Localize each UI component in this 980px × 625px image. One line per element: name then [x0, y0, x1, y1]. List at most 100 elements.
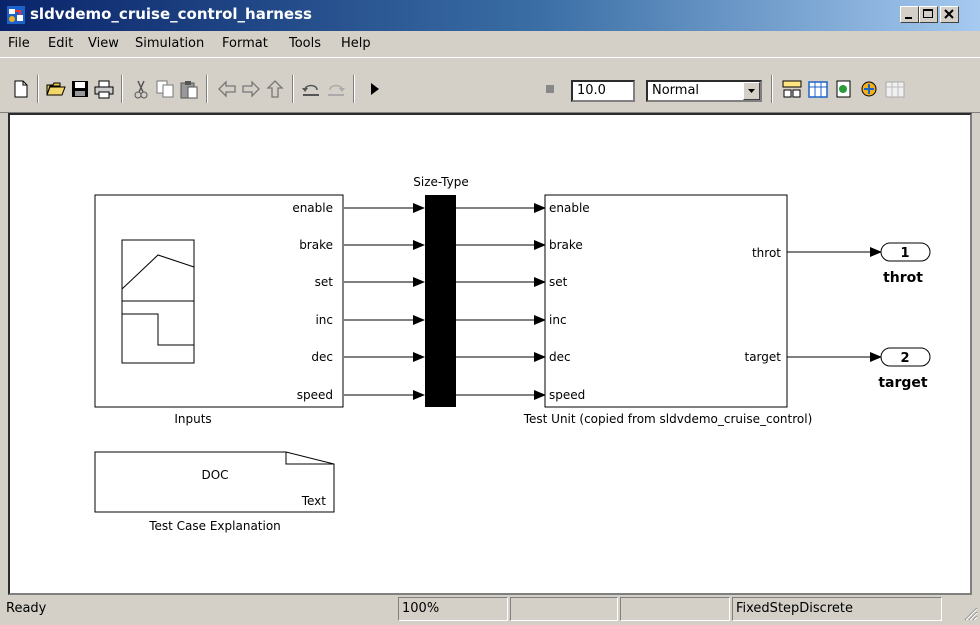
test-unit-in-speed: speed: [549, 388, 585, 402]
inputs-block-label: Inputs: [174, 412, 211, 426]
toolbar-separator: [292, 75, 294, 103]
model-explorer-button[interactable]: [833, 78, 855, 100]
resize-grip-icon[interactable]: [962, 605, 978, 621]
status-empty-2: [620, 597, 730, 621]
redo-icon: [328, 84, 345, 96]
menu-file[interactable]: File: [8, 36, 30, 51]
menu-view[interactable]: View: [88, 36, 119, 51]
test-unit-in-enable: enable: [549, 201, 590, 215]
inputs-block[interactable]: [94, 194, 344, 408]
outport-target[interactable]: 2: [880, 347, 931, 367]
status-zoom: 100%: [398, 597, 508, 621]
inputs-port-speed: speed: [297, 388, 333, 402]
window-title: sldvdemo_cruise_control_harness: [30, 5, 312, 23]
outport-throt-number: 1: [900, 246, 909, 261]
right-arrow-icon: [242, 80, 260, 98]
test-unit-in-brake: brake: [549, 238, 583, 252]
menu-edit[interactable]: Edit: [48, 36, 73, 51]
inputs-port-set: set: [315, 275, 334, 289]
menu-help[interactable]: Help: [341, 36, 371, 51]
stop-icon: [546, 85, 554, 93]
grid-icon: [885, 81, 905, 98]
redo-button[interactable]: [325, 78, 347, 100]
paste-icon: [180, 81, 198, 99]
test-unit-in-inc: inc: [549, 313, 567, 327]
status-state: Ready: [6, 601, 47, 616]
signal-lines-in[interactable]: [344, 203, 425, 400]
simulink-app-icon: [7, 6, 25, 24]
forward-button[interactable]: [240, 78, 262, 100]
outport-throt-label: throt: [883, 270, 923, 286]
minimize-button[interactable]: [900, 6, 919, 23]
model-canvas[interactable]: Inputs enable brake set inc dec speed Si…: [8, 113, 972, 595]
inputs-port-enable: enable: [292, 201, 333, 215]
back-button[interactable]: [216, 78, 238, 100]
inputs-port-brake: brake: [299, 238, 333, 252]
copy-button[interactable]: [154, 78, 176, 100]
title-bar[interactable]: sldvdemo_cruise_control_harness: [0, 0, 980, 31]
menu-tools[interactable]: Tools: [289, 36, 321, 51]
test-unit-in-dec: dec: [549, 350, 571, 364]
status-bar: Ready 100% FixedStepDiscrete: [0, 597, 980, 623]
new-model-button[interactable]: [10, 78, 32, 100]
start-simulation-button[interactable]: [364, 78, 386, 100]
copy-icon: [156, 80, 174, 98]
library-browser-button[interactable]: [807, 78, 829, 100]
test-unit-out-throt: throt: [752, 246, 781, 260]
stop-simulation-button[interactable]: [539, 78, 561, 100]
simulation-mode-value: Normal: [652, 83, 700, 98]
doc-block-title: DOC: [201, 468, 228, 482]
chevron-down-icon[interactable]: [743, 82, 760, 100]
build-icon: [782, 80, 802, 98]
doc-block-subtitle: Text: [301, 494, 327, 508]
build-button[interactable]: [781, 78, 803, 100]
status-empty-1: [510, 597, 618, 621]
inputs-port-dec: dec: [311, 350, 333, 364]
cut-button[interactable]: [130, 78, 152, 100]
block-diagram: Inputs enable brake set inc dec speed Si…: [94, 175, 931, 533]
stop-time-input[interactable]: 10.0: [571, 80, 635, 102]
size-type-block[interactable]: [425, 195, 456, 407]
toolbar-separator: [771, 75, 773, 103]
new-file-icon: [14, 80, 28, 98]
toolbar-separator: [121, 75, 123, 103]
doc-block-label: Test Case Explanation: [148, 519, 281, 533]
toolbar-separator: [353, 75, 355, 103]
debugger-button[interactable]: [858, 78, 880, 100]
menu-format[interactable]: Format: [222, 36, 268, 51]
doc-block[interactable]: DOC Text: [94, 451, 335, 513]
main-window: sldvdemo_cruise_control_harness File Edi…: [0, 0, 980, 625]
undo-button[interactable]: [300, 78, 322, 100]
paste-button[interactable]: [178, 78, 200, 100]
test-unit-in-set: set: [549, 275, 568, 289]
close-button[interactable]: [940, 6, 959, 23]
inputs-port-inc: inc: [315, 313, 333, 327]
print-button[interactable]: [93, 78, 115, 100]
test-unit-block[interactable]: [544, 194, 788, 408]
up-arrow-icon: [266, 80, 284, 98]
open-folder-icon: [46, 82, 66, 96]
library-icon: [808, 81, 828, 98]
simulation-mode-select[interactable]: Normal: [646, 80, 762, 102]
toolbar-separator: [37, 75, 39, 103]
maximize-icon: [923, 9, 933, 18]
toolbar: 10.0 Normal: [0, 57, 980, 113]
undo-icon: [302, 84, 319, 96]
print-icon: [94, 80, 114, 99]
outport-target-label: target: [878, 375, 928, 391]
diagnostics-button[interactable]: [884, 78, 906, 100]
maximize-button[interactable]: [919, 6, 938, 23]
signal-lines-out[interactable]: [456, 203, 546, 400]
explorer-icon: [836, 80, 851, 98]
cut-icon: [134, 80, 148, 99]
menu-bar: File Edit View Simulation Format Tools H…: [0, 31, 980, 57]
close-icon: [944, 9, 954, 19]
save-button[interactable]: [69, 78, 91, 100]
outport-throt[interactable]: 1: [880, 242, 931, 262]
open-button[interactable]: [45, 78, 67, 100]
menu-simulation[interactable]: Simulation: [135, 36, 204, 51]
save-icon: [72, 81, 88, 97]
left-arrow-icon: [218, 80, 236, 98]
outport-target-number: 2: [900, 351, 909, 366]
up-level-button[interactable]: [264, 78, 286, 100]
